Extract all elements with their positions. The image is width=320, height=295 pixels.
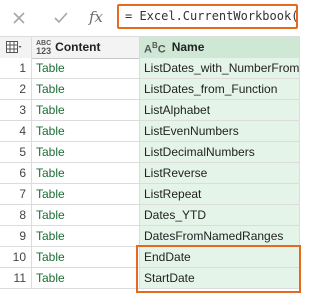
- fx-label: fx: [88, 8, 103, 26]
- any-type-icon: ABC 123: [36, 39, 52, 56]
- column-header-row: ABC 123 Content ABC Name: [0, 36, 300, 59]
- table-row[interactable]: 9 Table DatesFromNamedRanges: [0, 226, 300, 247]
- name-column-header[interactable]: ABC Name: [140, 37, 300, 58]
- formula-bar: fx = Excel.CurrentWorkbook(): [0, 0, 306, 36]
- row-number: 11: [0, 268, 32, 288]
- table-row[interactable]: 7 Table ListRepeat: [0, 184, 300, 205]
- row-number: 2: [0, 79, 32, 99]
- table-row[interactable]: 5 Table ListDecimalNumbers: [0, 142, 300, 163]
- row-number: 3: [0, 100, 32, 120]
- row-number: 10: [0, 247, 32, 267]
- check-icon[interactable]: [50, 8, 72, 28]
- row-number: 8: [0, 205, 32, 225]
- content-cell[interactable]: Table: [32, 100, 140, 120]
- name-cell[interactable]: ListRepeat: [140, 184, 300, 204]
- close-icon[interactable]: [8, 8, 30, 28]
- content-cell[interactable]: Table: [32, 247, 140, 267]
- content-cell[interactable]: Table: [32, 184, 140, 204]
- row-number: 7: [0, 184, 32, 204]
- row-number: 1: [0, 58, 32, 78]
- row-number: 5: [0, 142, 32, 162]
- text-type-icon: ABC: [144, 41, 166, 56]
- table-menu-button[interactable]: [0, 37, 32, 58]
- content-cell[interactable]: Table: [32, 58, 140, 78]
- formula-input[interactable]: = Excel.CurrentWorkbook(): [117, 4, 298, 29]
- content-cell[interactable]: Table: [32, 226, 140, 246]
- content-cell[interactable]: Table: [32, 163, 140, 183]
- name-cell[interactable]: ListDecimalNumbers: [140, 142, 300, 162]
- table-row[interactable]: 4 Table ListEvenNumbers: [0, 121, 300, 142]
- name-cell[interactable]: ListEvenNumbers: [140, 121, 300, 141]
- table-row[interactable]: 10 Table EndDate: [0, 247, 300, 268]
- content-cell[interactable]: Table: [32, 79, 140, 99]
- content-cell[interactable]: Table: [32, 205, 140, 225]
- name-cell[interactable]: EndDate: [140, 247, 300, 267]
- name-cell[interactable]: ListAlphabet: [140, 100, 300, 120]
- table-row[interactable]: 6 Table ListReverse: [0, 163, 300, 184]
- table-row[interactable]: 1 Table ListDates_with_NumberFrom: [0, 58, 300, 79]
- table-row[interactable]: 8 Table Dates_YTD: [0, 205, 300, 226]
- name-cell[interactable]: Dates_YTD: [140, 205, 300, 225]
- name-cell[interactable]: ListDates_with_NumberFrom: [140, 58, 300, 78]
- content-header-label: Content: [55, 40, 101, 54]
- data-grid: ABC 123 Content ABC Name 1 Table ListDates_wi…: [0, 36, 306, 295]
- fx-icon[interactable]: fx: [85, 6, 107, 28]
- content-cell[interactable]: Table: [32, 268, 140, 288]
- table-row[interactable]: 3 Table ListAlphabet: [0, 100, 300, 121]
- name-cell[interactable]: ListReverse: [140, 163, 300, 183]
- table-icon: [6, 41, 22, 53]
- name-cell[interactable]: StartDate: [140, 268, 300, 288]
- table-row[interactable]: 2 Table ListDates_from_Function: [0, 79, 300, 100]
- content-column-header[interactable]: ABC 123 Content: [32, 37, 140, 58]
- table-row[interactable]: 11 Table StartDate: [0, 268, 300, 289]
- content-cell[interactable]: Table: [32, 142, 140, 162]
- name-header-label: Name: [171, 40, 205, 54]
- row-number: 6: [0, 163, 32, 183]
- row-number: 9: [0, 226, 32, 246]
- content-cell[interactable]: Table: [32, 121, 140, 141]
- row-number: 4: [0, 121, 32, 141]
- name-cell[interactable]: DatesFromNamedRanges: [140, 226, 300, 246]
- name-cell[interactable]: ListDates_from_Function: [140, 79, 300, 99]
